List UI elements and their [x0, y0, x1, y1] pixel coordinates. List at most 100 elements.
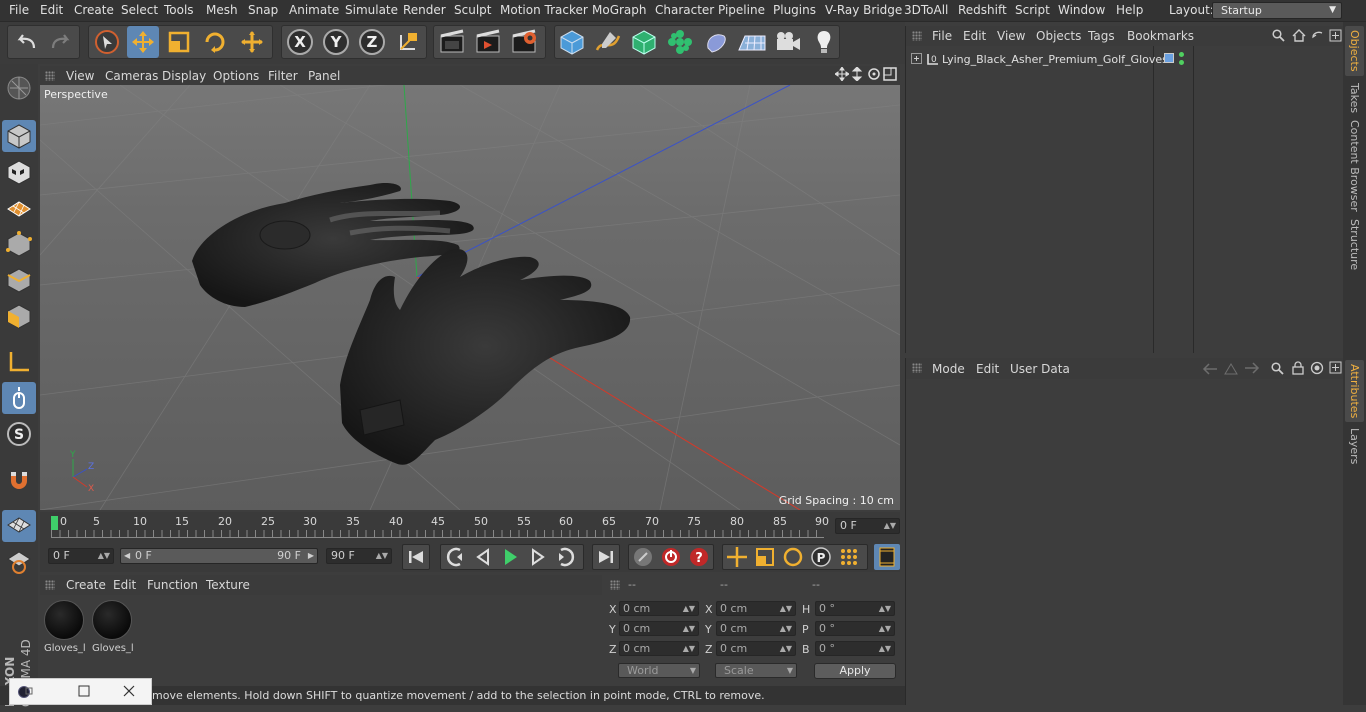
material-swatch[interactable]: Gloves_l [90, 598, 134, 656]
menu-select[interactable]: Select [121, 3, 158, 17]
key-position-icon[interactable] [726, 546, 748, 571]
make-editable-icon[interactable] [2, 72, 36, 104]
menu-script[interactable]: Script [1015, 3, 1050, 17]
tab-content-browser[interactable]: Content Browser [1345, 120, 1364, 212]
rotation-p-field[interactable]: 0 ° ▲▼ [815, 621, 895, 636]
key-parameter-icon[interactable]: P [810, 546, 832, 571]
search-icon[interactable] [1272, 29, 1285, 45]
new-panel-icon[interactable] [1329, 29, 1342, 45]
edges-mode-icon[interactable] [2, 264, 36, 296]
timeline-window-icon[interactable] [874, 544, 900, 570]
camera-icon[interactable] [772, 26, 804, 58]
spinner-icon[interactable]: ▲▼ [683, 642, 695, 655]
menu-create[interactable]: Create [74, 3, 114, 17]
material-menu-create[interactable]: Create [66, 578, 106, 592]
y-axis-icon[interactable]: Y [320, 26, 352, 58]
key-pla-icon[interactable] [838, 546, 860, 571]
spinner-icon[interactable]: ▲▼ [879, 622, 891, 635]
menu-simulate[interactable]: Simulate [345, 3, 398, 17]
spinner-icon[interactable]: ▲▼ [780, 642, 792, 655]
editor-visibility-dot[interactable] [1179, 52, 1184, 57]
size-x-field[interactable]: 0 cm ▲▼ [716, 601, 796, 616]
menu-edit[interactable]: Edit [40, 3, 63, 17]
menu-file[interactable]: File [9, 3, 29, 17]
playhead-marker[interactable] [51, 516, 58, 530]
up-arrow-icon[interactable] [1224, 363, 1238, 378]
render-visibility-dot[interactable] [1179, 60, 1184, 65]
autokey-icon[interactable]: ? [688, 546, 710, 571]
maximize-view-icon[interactable] [883, 67, 897, 84]
home-icon[interactable] [1292, 29, 1306, 45]
target-icon[interactable] [1310, 361, 1324, 378]
objects-menu-tags[interactable]: Tags [1088, 29, 1115, 43]
position-y-field[interactable]: 0 cm ▲▼ [619, 621, 699, 636]
menu-tools[interactable]: Tools [164, 3, 194, 17]
objects-menu-edit[interactable]: Edit [963, 29, 986, 43]
coordinate-system-icon[interactable] [392, 26, 424, 58]
objects-menu-bookmarks[interactable]: Bookmarks [1127, 29, 1194, 43]
spinner-icon[interactable]: ▲▼ [879, 602, 891, 615]
position-z-field[interactable]: 0 cm ▲▼ [619, 641, 699, 656]
menu-3dtoall[interactable]: 3DToAll [904, 3, 948, 17]
go-to-start-icon[interactable] [402, 544, 430, 570]
z-axis-icon[interactable]: Z [356, 26, 388, 58]
select-arrow-icon[interactable] [91, 26, 123, 58]
menu-snap[interactable]: Snap [248, 3, 278, 17]
texture-mode-icon[interactable] [2, 156, 36, 188]
snap-settings-icon[interactable] [2, 546, 36, 578]
grip-icon[interactable] [912, 31, 922, 41]
attributes-menu-mode[interactable]: Mode [932, 362, 965, 376]
redo-icon[interactable] [45, 26, 77, 58]
grip-icon[interactable] [45, 580, 55, 590]
record-active-icon[interactable] [660, 546, 682, 571]
menu-mesh[interactable]: Mesh [206, 3, 238, 17]
range-right-icon[interactable]: ▶ [308, 549, 314, 563]
polygons-mode-icon[interactable] [2, 300, 36, 332]
size-z-field[interactable]: 0 cm ▲▼ [716, 641, 796, 656]
frame-range-slider[interactable]: ◀ 0 F 90 F ▶ [120, 548, 318, 564]
layout-dropdown[interactable]: Startup ▼ [1212, 2, 1342, 19]
timeline-ruler[interactable]: 0 5 10 15 20 25 30 35 40 45 50 55 60 65 … [40, 512, 900, 542]
grip-icon[interactable] [912, 363, 922, 373]
key-rotation-icon[interactable] [782, 546, 804, 571]
spinner-icon[interactable]: ▲▼ [683, 602, 695, 615]
motion-record-icon[interactable] [632, 546, 654, 571]
objects-menu-objects[interactable]: Objects [1036, 29, 1081, 43]
expand-icon[interactable] [911, 53, 922, 67]
search-icon[interactable] [1271, 362, 1284, 378]
material-menu-function[interactable]: Function [147, 578, 198, 592]
menu-vray-bridge[interactable]: V-Ray Bridge [825, 3, 902, 17]
layer-color-icon[interactable] [1164, 53, 1174, 63]
menu-window[interactable]: Window [1058, 3, 1105, 17]
coordinate-space-dropdown[interactable]: World ▼ [618, 663, 700, 678]
menu-animate[interactable]: Animate [289, 3, 339, 17]
next-key-icon[interactable] [555, 546, 577, 571]
viewport-menu-filter[interactable]: Filter [268, 69, 298, 83]
spinner-icon[interactable]: ▲▼ [879, 642, 891, 655]
new-panel-icon[interactable] [1329, 361, 1342, 377]
render-view-icon[interactable] [436, 26, 468, 58]
attributes-menu-edit[interactable]: Edit [976, 362, 999, 376]
tab-layers[interactable]: Layers [1345, 426, 1364, 466]
pan-view-icon[interactable] [834, 66, 850, 84]
menu-motion-tracker[interactable]: Motion Tracker [500, 3, 588, 17]
current-frame-field[interactable]: 0 F ▲▼ [835, 518, 900, 534]
tab-attributes[interactable]: Attributes [1345, 360, 1364, 422]
grip-icon[interactable] [610, 580, 620, 590]
end-frame-field[interactable]: 90 F ▲▼ [326, 548, 392, 564]
viewport-menu-cameras[interactable]: Cameras [105, 69, 158, 83]
spinner-icon[interactable]: ▲▼ [98, 549, 110, 563]
tab-takes[interactable]: Takes [1345, 80, 1364, 116]
play-icon[interactable] [499, 546, 521, 571]
spinner-icon[interactable]: ▲▼ [780, 602, 792, 615]
next-frame-icon[interactable] [527, 546, 549, 571]
menu-character[interactable]: Character [655, 3, 714, 17]
perspective-viewport[interactable]: Y Z X Perspective Grid Spacing : 10 cm [40, 85, 900, 510]
material-swatch[interactable]: Gloves_l [42, 598, 86, 656]
apply-button[interactable]: Apply [814, 663, 896, 679]
spinner-icon[interactable]: ▲▼ [780, 622, 792, 635]
viewport-menu-options[interactable]: Options [213, 69, 259, 83]
material-menu-texture[interactable]: Texture [206, 578, 250, 592]
grip-icon[interactable] [45, 71, 55, 81]
undo-icon[interactable] [10, 26, 42, 58]
